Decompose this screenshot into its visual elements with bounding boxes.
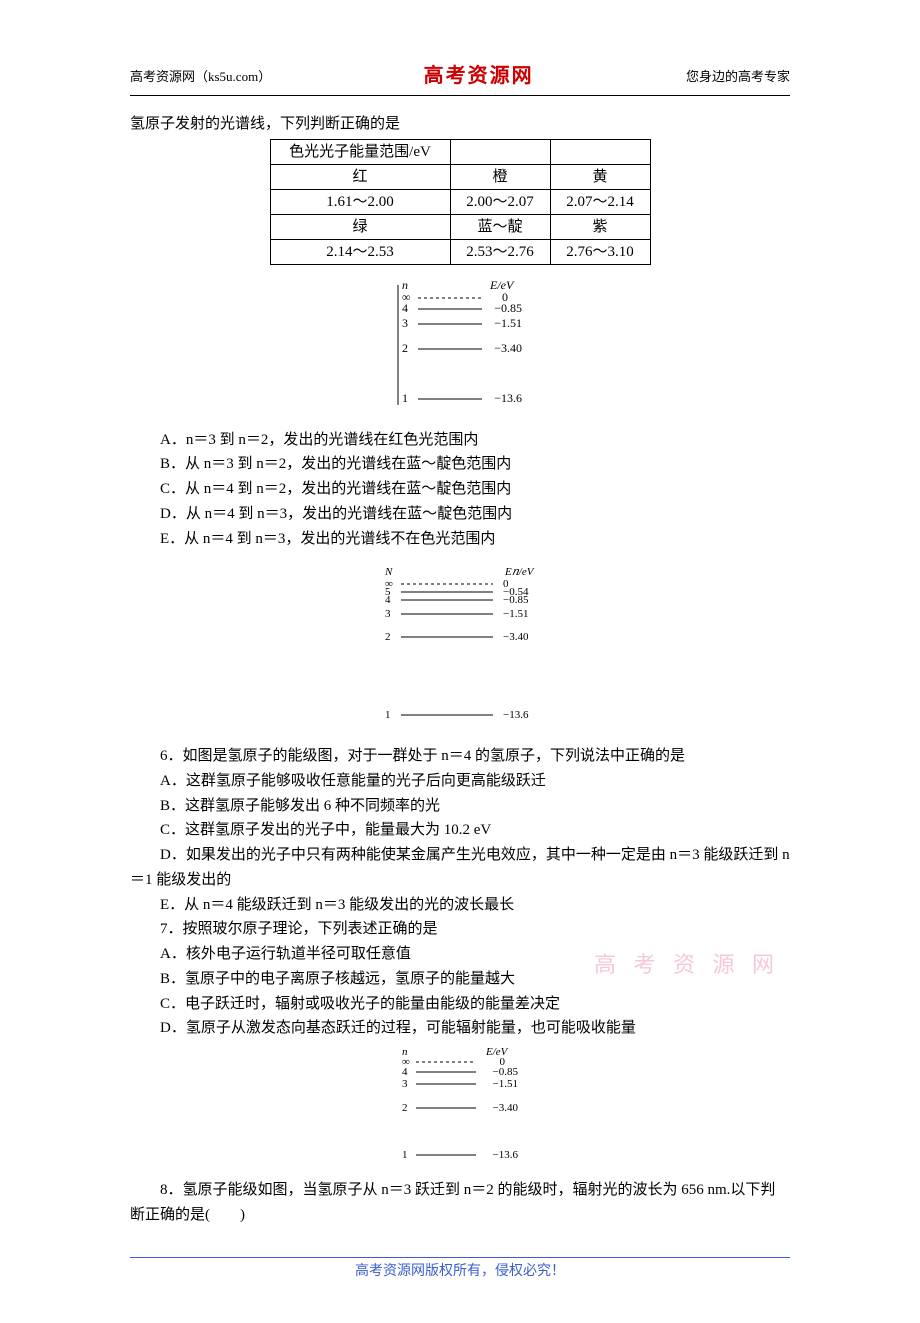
choice-e: E．从 n＝4 到 n＝3，发出的光谱线不在色光范围内 — [130, 527, 790, 552]
q7-stem: 7．按照玻尔原子理论，下列表述正确的是 — [130, 917, 790, 942]
table-row: 红 橙 黄 — [270, 164, 650, 189]
svg-text:1: 1 — [402, 1149, 408, 1161]
choice-a: A．核外电子运行轨道半径可取任意值 — [130, 942, 790, 967]
choice-c: C．这群氢原子发出的光子中，能量最大为 10.2 eV — [130, 818, 790, 843]
cell: 1.61～2.00 — [270, 189, 450, 214]
svg-text:1: 1 — [402, 391, 408, 405]
svg-text:−3.40: −3.40 — [503, 631, 529, 643]
svg-text:−3.40: −3.40 — [493, 1102, 519, 1114]
svg-text:−1.51: −1.51 — [503, 608, 528, 620]
choice-d: D．从 n＝4 到 n＝3，发出的光谱线在蓝～靛色范围内 — [130, 502, 790, 527]
svg-text:−1.51: −1.51 — [494, 316, 522, 330]
svg-text:1: 1 — [385, 709, 391, 721]
svg-text:−13.6: −13.6 — [503, 709, 529, 721]
choice-d: D．氢原子从激发态向基态跃迁的过程，可能辐射能量，也可能吸收能量 — [130, 1016, 790, 1041]
level-diagram-icon: n E/eV ∞ 0 4 −0.85 3 −1.51 2 −3.40 1 −13… — [390, 279, 530, 409]
svg-text:2: 2 — [402, 1102, 408, 1114]
cell — [550, 139, 650, 164]
svg-text:−13.6: −13.6 — [493, 1149, 519, 1161]
choice-b: B．这群氢原子能够发出 6 种不同频率的光 — [130, 794, 790, 819]
svg-text:3: 3 — [385, 608, 391, 620]
svg-text:3: 3 — [402, 1078, 408, 1090]
q7-choices: A．核外电子运行轨道半径可取任意值 B．氢原子中的电子离原子核越远，氢原子的能量… — [130, 942, 790, 1041]
svg-text:3: 3 — [402, 316, 408, 330]
cell: 黄 — [550, 164, 650, 189]
header-right: 您身边的高考专家 — [686, 66, 790, 87]
table-row: 2.14～2.53 2.53～2.76 2.76～3.10 — [270, 239, 650, 264]
cell: 紫 — [550, 214, 650, 239]
footer-divider — [130, 1257, 790, 1258]
cell: 2.00～2.07 — [450, 189, 550, 214]
svg-text:E𝑛/eV: E𝑛/eV — [504, 566, 535, 578]
svg-text:4: 4 — [385, 594, 391, 606]
level-diagram-icon: n E/eV ∞ 0 4 −0.85 3 −1.51 2 −3.40 1 −13… — [390, 1045, 530, 1165]
choice-a: A．n＝3 到 n＝2，发出的光谱线在红色光范围内 — [130, 428, 790, 453]
intro-line: 氢原子发射的光谱线，下列判断正确的是 — [130, 112, 790, 137]
level-diagram-icon: N E𝑛/eV ∞ 0 5 −0.54 4 −0.85 3 −1.51 2 −3… — [375, 565, 545, 725]
cell: 2.76～3.10 — [550, 239, 650, 264]
svg-text:4: 4 — [402, 1066, 408, 1078]
svg-text:−0.85: −0.85 — [493, 1066, 519, 1078]
choice-b: B．氢原子中的电子离原子核越远，氢原子的能量越大 — [130, 967, 790, 992]
energy-level-diagram-1: n E/eV ∞ 0 4 −0.85 3 −1.51 2 −3.40 1 −13… — [130, 279, 790, 418]
header-divider — [130, 95, 790, 96]
cell: 绿 — [270, 214, 450, 239]
cell: 2.07～2.14 — [550, 189, 650, 214]
svg-text:−0.85: −0.85 — [503, 594, 529, 606]
svg-text:−3.40: −3.40 — [494, 341, 522, 355]
energy-level-diagram-3: n E/eV ∞ 0 4 −0.85 3 −1.51 2 −3.40 1 −13… — [130, 1045, 790, 1174]
svg-text:E/eV: E/eV — [485, 1046, 509, 1058]
choice-d: D．如果发出的光子中只有两种能使某金属产生光电效应，其中一种一定是由 n＝3 能… — [130, 843, 790, 893]
energy-level-diagram-2: N E𝑛/eV ∞ 0 5 −0.54 4 −0.85 3 −1.51 2 −3… — [130, 565, 790, 734]
choice-c: C．从 n＝4 到 n＝2，发出的光谱线在蓝～靛色范围内 — [130, 477, 790, 502]
header-logo: 高考资源网 — [424, 60, 534, 93]
cell: 2.53～2.76 — [450, 239, 550, 264]
svg-text:N: N — [384, 566, 393, 578]
page-header: 高考资源网（ks5u.com） 高考资源网 您身边的高考专家 — [130, 60, 790, 93]
q8-stem: 8．氢原子能级如图，当氢原子从 n＝3 跃迁到 n＝2 的能级时，辐射光的波长为… — [130, 1178, 790, 1228]
cell — [450, 139, 550, 164]
q6-stem: 6．如图是氢原子的能级图，对于一群处于 n＝4 的氢原子，下列说法中正确的是 — [130, 744, 790, 769]
cell: 蓝～靛 — [450, 214, 550, 239]
color-energy-table: 色光光子能量范围/eV 红 橙 黄 1.61～2.00 2.00～2.07 2.… — [270, 139, 651, 265]
footer-text: 高考资源网版权所有，侵权必究！ — [130, 1260, 790, 1283]
svg-text:2: 2 — [385, 631, 391, 643]
cell: 红 — [270, 164, 450, 189]
q5-choices: A．n＝3 到 n＝2，发出的光谱线在红色光范围内 B．从 n＝3 到 n＝2，… — [130, 428, 790, 552]
table-row: 色光光子能量范围/eV — [270, 139, 650, 164]
cell: 2.14～2.53 — [270, 239, 450, 264]
choice-e: E．从 n＝4 能级跃迁到 n＝3 能级发出的光的波长最长 — [130, 893, 790, 918]
svg-text:2: 2 — [402, 341, 408, 355]
choice-a: A．这群氢原子能够吸收任意能量的光子后向更高能级跃迁 — [130, 769, 790, 794]
cell: 色光光子能量范围/eV — [270, 139, 450, 164]
svg-text:4: 4 — [402, 301, 408, 315]
q6-choices: A．这群氢原子能够吸收任意能量的光子后向更高能级跃迁 B．这群氢原子能够发出 6… — [130, 769, 790, 918]
svg-text:−1.51: −1.51 — [493, 1078, 518, 1090]
choice-c: C．电子跃迁时，辐射或吸收光子的能量由能级的能量差决定 — [130, 992, 790, 1017]
header-left: 高考资源网（ks5u.com） — [130, 66, 271, 87]
table-row: 绿 蓝～靛 紫 — [270, 214, 650, 239]
svg-text:−13.6: −13.6 — [494, 391, 522, 405]
svg-text:−0.85: −0.85 — [494, 301, 522, 315]
table-row: 1.61～2.00 2.00～2.07 2.07～2.14 — [270, 189, 650, 214]
choice-b: B．从 n＝3 到 n＝2，发出的光谱线在蓝～靛色范围内 — [130, 452, 790, 477]
cell: 橙 — [450, 164, 550, 189]
